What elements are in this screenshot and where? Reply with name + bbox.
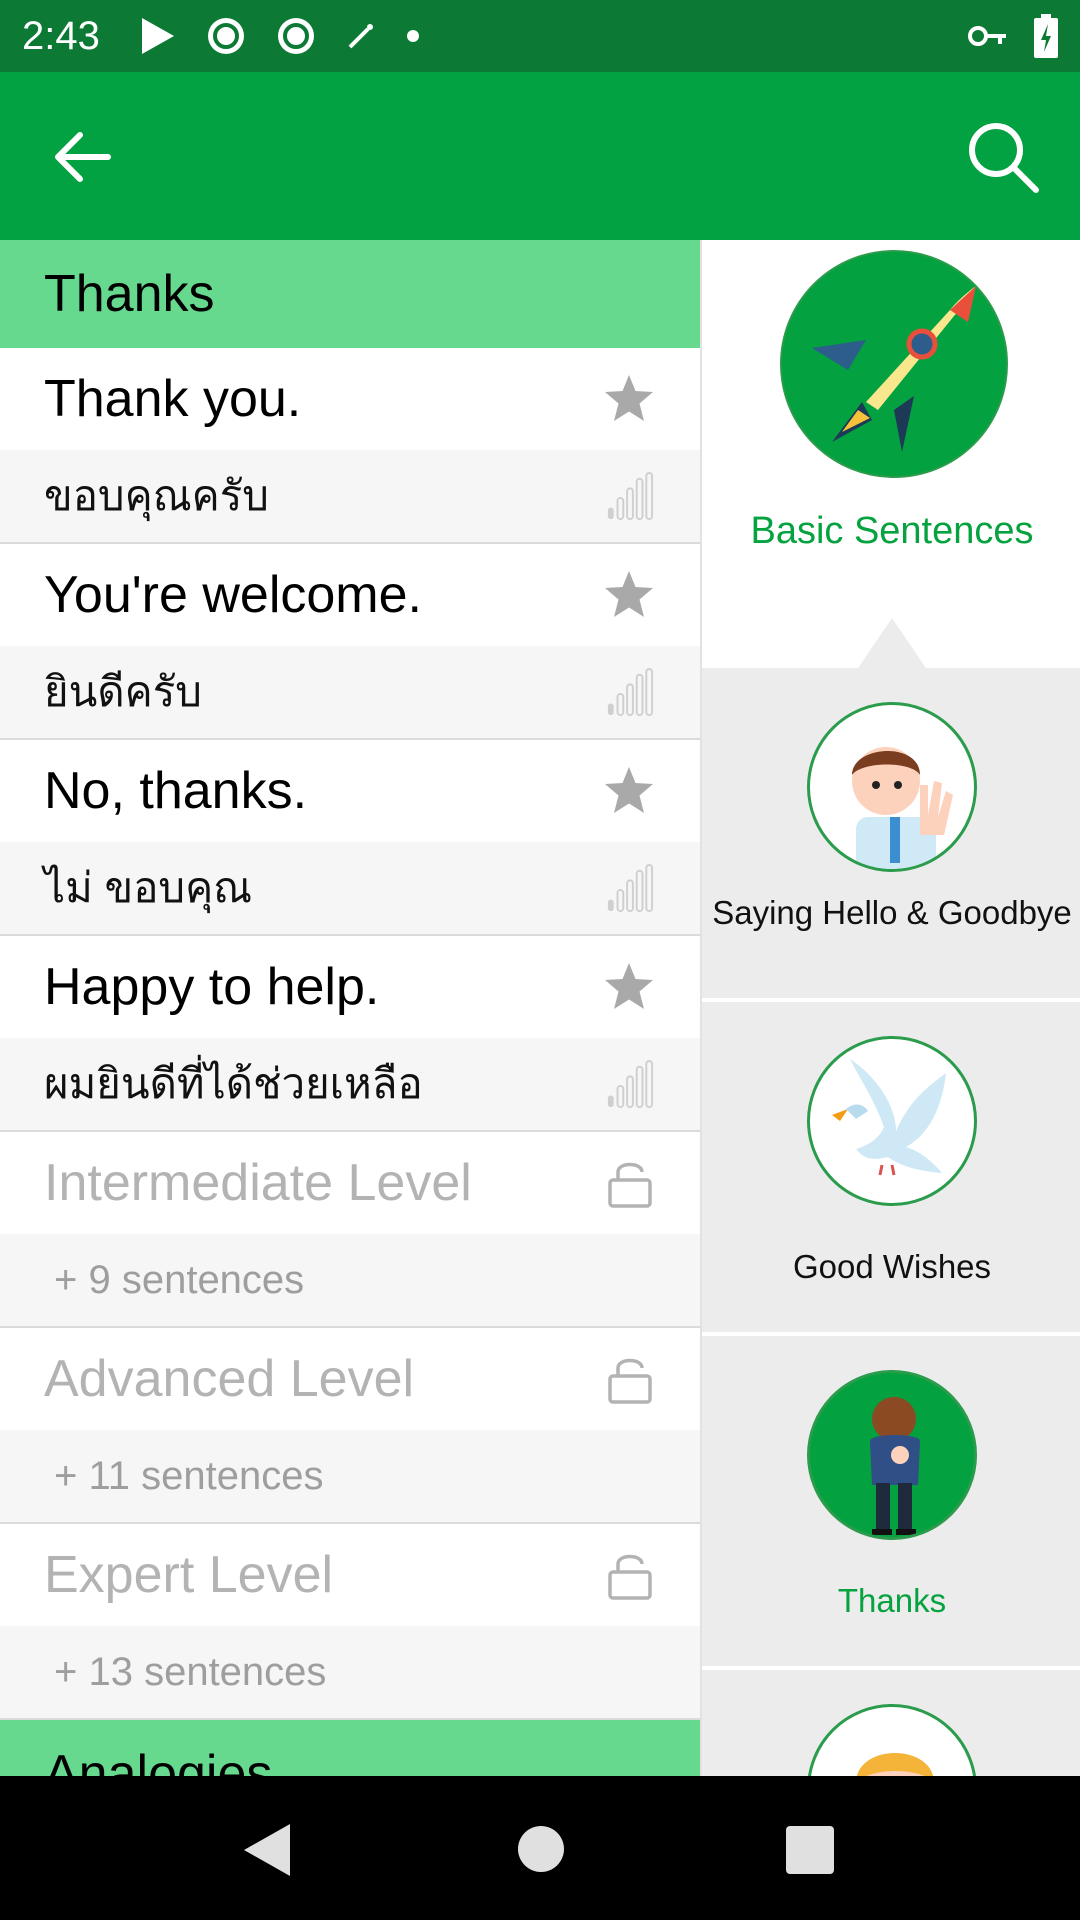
section-header-thanks: Thanks (0, 240, 700, 348)
phrase-english: You're welcome. (44, 566, 422, 624)
sync-icon (208, 18, 244, 54)
arrow-back-icon[interactable] (48, 122, 118, 192)
bowing-person-icon (807, 1370, 977, 1540)
phrase-english: No, thanks. (44, 762, 308, 820)
phrase-english: Thank you. (44, 370, 302, 428)
level-sentence-count: + 9 sentences (0, 1234, 700, 1328)
status-time: 2:43 (22, 14, 100, 58)
category-saying-hello-goodbye[interactable]: Saying Hello & Goodbye (702, 668, 1080, 1002)
star-icon[interactable] (602, 372, 656, 426)
waving-man-icon (807, 702, 977, 872)
category-next[interactable] (702, 1670, 1080, 1776)
phrase-translation-row[interactable]: ยินดีครับ (0, 646, 700, 740)
level-sentence-count: + 13 sentences (0, 1626, 700, 1720)
battery-charging-icon (1034, 14, 1058, 58)
category-label: Good Wishes (792, 1248, 992, 1285)
locked-level-row[interactable]: Advanced Level (0, 1328, 700, 1430)
phrase-thai: ไม่ ขอบคุณ (44, 864, 253, 911)
nav-recents-icon[interactable] (786, 1826, 834, 1874)
categories-panel: Basic Sentences Saying Hello & Goodbye G… (700, 240, 1080, 1776)
search-icon[interactable] (966, 120, 1040, 194)
lock-icon (608, 1554, 652, 1600)
locked-level-row[interactable]: Intermediate Level (0, 1132, 700, 1234)
nav-back-icon[interactable] (240, 1822, 292, 1878)
play-icon (142, 18, 174, 54)
difficulty-signal-icon[interactable] (606, 472, 654, 522)
phrase-list: Thank you. ขอบคุณครับ You're welcome. ยินดี… (0, 348, 700, 1132)
category-label: Thanks (837, 1582, 947, 1619)
phrase-translation-row[interactable]: ขอบคุณครับ (0, 450, 700, 544)
lock-icon (608, 1162, 652, 1208)
locked-level-row[interactable]: Expert Level (0, 1524, 700, 1626)
star-icon[interactable] (602, 764, 656, 818)
nav-home-icon[interactable] (518, 1826, 564, 1872)
phrase-row[interactable]: You're welcome. (0, 544, 700, 646)
category-label: Basic Sentences (750, 510, 1034, 552)
difficulty-signal-icon[interactable] (606, 668, 654, 718)
dove-icon (807, 1036, 977, 1206)
star-icon[interactable] (602, 568, 656, 622)
phrase-translation-row[interactable]: ไม่ ขอบคุณ (0, 842, 700, 936)
category-basic-sentences[interactable]: Basic Sentences (702, 240, 1080, 668)
status-bar: 2:43 (0, 0, 1080, 72)
dot-icon (407, 30, 419, 42)
phrase-thai: ยินดีครับ (44, 668, 202, 715)
status-icons-left (140, 14, 420, 58)
blonde-person-icon (807, 1704, 977, 1776)
app-bar (0, 72, 1080, 240)
level-sentence-count: + 11 sentences (0, 1430, 700, 1524)
star-icon[interactable] (602, 960, 656, 1014)
category-label: Saying Hello & Goodbye (712, 894, 1072, 931)
status-icons-right (968, 14, 1058, 58)
level-title: Intermediate Level (44, 1154, 472, 1212)
wand-icon (348, 24, 373, 49)
phrase-thai: ขอบคุณครับ (44, 472, 269, 519)
sync-icon (278, 18, 314, 54)
level-title: Advanced Level (44, 1350, 415, 1408)
difficulty-signal-icon[interactable] (606, 864, 654, 914)
phrase-translation-row[interactable]: ผมยินดีที่ได้ช่วยเหลือ (0, 1038, 700, 1132)
level-title: Expert Level (44, 1546, 334, 1604)
phrases-panel: Thanks Thank you. ขอบคุณครับ You're welcom… (0, 240, 700, 1776)
section-header-next[interactable]: Analogies (0, 1720, 700, 1776)
locked-level-list: Intermediate Level + 9 sentences Advanced … (0, 1132, 700, 1720)
phrase-english: Happy to help. (44, 958, 380, 1016)
category-thanks[interactable]: Thanks (702, 1336, 1080, 1670)
system-nav-bar (0, 1776, 1080, 1920)
rocket-icon (780, 250, 1008, 478)
phrase-row[interactable]: Happy to help. (0, 936, 700, 1038)
phrase-row[interactable]: Thank you. (0, 348, 700, 450)
key-icon (968, 26, 1006, 46)
lock-icon (608, 1358, 652, 1404)
category-good-wishes[interactable]: Good Wishes (702, 1002, 1080, 1336)
phrase-thai: ผมยินดีที่ได้ช่วยเหลือ (44, 1060, 423, 1107)
phrase-row[interactable]: No, thanks. (0, 740, 700, 842)
difficulty-signal-icon[interactable] (606, 1060, 654, 1110)
selection-pointer (858, 618, 926, 668)
